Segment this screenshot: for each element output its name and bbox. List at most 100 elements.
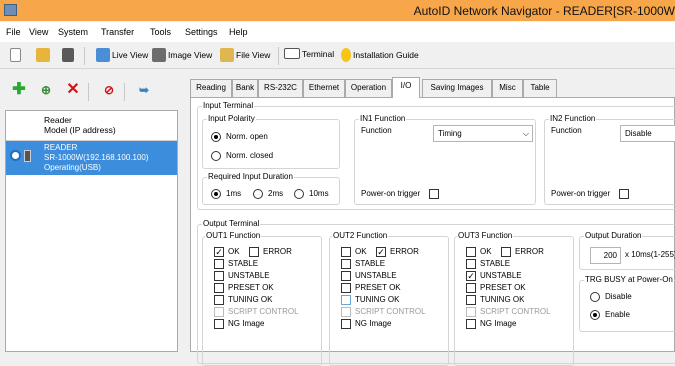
reader-list-item[interactable]: READER SR-1000W(192.168.100.100) Operati… [6, 141, 177, 175]
out1-script-checkbox[interactable] [214, 307, 224, 317]
out3-stable-label: STABLE [480, 259, 511, 268]
terminal-button[interactable]: Terminal [284, 48, 334, 64]
reader-tree: Reader Model (IP address) READER SR-1000… [5, 110, 178, 352]
duration-1ms-label: 1ms [226, 189, 242, 198]
trg-busy-label: TRG BUSY at Power-On [584, 275, 674, 284]
main-toolbar: Live View Image View File View Terminal … [0, 43, 675, 69]
tab-reading[interactable]: Reading [190, 79, 232, 97]
reader-name: READER [44, 143, 78, 152]
in2-function-label: IN2 Function [549, 114, 597, 123]
out1-ng-checkbox[interactable] [214, 319, 224, 329]
title-bar: AutoID Network Navigator - READER[SR-100… [0, 0, 675, 21]
new-file-button[interactable] [10, 48, 23, 64]
reader-toolbar: ✚ ⊕ ✕ ⊘ ➥ [0, 75, 180, 108]
delete-icon[interactable]: ✕ [64, 81, 82, 99]
window-title: AutoID Network Navigator - READER[SR-100… [413, 4, 675, 18]
io-settings-panel: Input Terminal Input Polarity Norm. open… [190, 97, 675, 366]
input-terminal-group: Input Terminal Input Polarity Norm. open… [197, 101, 675, 210]
in1-function-select[interactable]: Timing ⌵ [433, 125, 533, 142]
open-button[interactable] [36, 48, 52, 64]
output-duration-input[interactable]: 200 [590, 247, 621, 264]
out3-unstable-checkbox[interactable]: ✓ [466, 271, 476, 281]
tab-ethernet[interactable]: Ethernet [303, 79, 345, 97]
menu-view[interactable]: View [29, 27, 48, 37]
search-network-icon[interactable]: ⊕ [37, 81, 55, 99]
out2-unstable-checkbox[interactable] [341, 271, 351, 281]
input-duration-group: Required Input Duration 1ms 2ms 10ms [202, 172, 340, 205]
out3-script-label: SCRIPT CONTROL [480, 307, 551, 316]
tab-misc[interactable]: Misc [492, 79, 523, 97]
out1-unstable-checkbox[interactable] [214, 271, 224, 281]
duration-2ms-radio[interactable] [253, 189, 263, 199]
tab-operation[interactable]: Operation [345, 79, 392, 97]
installation-guide-button[interactable]: Installation Guide [341, 48, 419, 64]
connect-icon[interactable]: ➥ [135, 81, 153, 99]
duration-10ms-radio[interactable] [294, 189, 304, 199]
in2-power-on-checkbox[interactable] [619, 189, 629, 199]
out1-ok-label: OK [228, 247, 240, 256]
tab-rs232c[interactable]: RS-232C [258, 79, 303, 97]
out3-ok-checkbox[interactable] [466, 247, 476, 257]
out2-script-checkbox[interactable] [341, 307, 351, 317]
norm-closed-label: Norm. closed [226, 151, 274, 160]
out2-ng-checkbox[interactable] [341, 319, 351, 329]
toolbar-separator [88, 83, 89, 101]
input-polarity-group: Input Polarity Norm. open Norm. closed [202, 114, 340, 169]
live-view-button[interactable]: Live View [96, 48, 148, 64]
in1-power-on-checkbox[interactable] [429, 189, 439, 199]
trg-busy-group: TRG BUSY at Power-On Disable Enable [579, 275, 675, 332]
out1-stable-checkbox[interactable] [214, 259, 224, 269]
in2-function-select[interactable]: Disable [620, 125, 675, 142]
reader-status: Operating(USB) [44, 163, 101, 172]
out1-ok-checkbox[interactable]: ✓ [214, 247, 224, 257]
out3-preset-checkbox[interactable] [466, 283, 476, 293]
out2-ok-checkbox[interactable] [341, 247, 351, 257]
tab-table[interactable]: Table [523, 79, 557, 97]
menu-help[interactable]: Help [229, 27, 248, 37]
out3-script-checkbox[interactable] [466, 307, 476, 317]
duration-1ms-radio[interactable] [211, 189, 221, 199]
out2-function-group: OUT2 Function OK ✓ ERROR STABLE UNSTABLE… [329, 231, 449, 366]
out2-unstable-label: UNSTABLE [355, 271, 397, 280]
trg-busy-disable-radio[interactable] [590, 292, 600, 302]
image-view-button[interactable]: Image View [152, 48, 212, 64]
settings-tabs: Reading Bank RS-232C Ethernet Operation … [190, 77, 675, 98]
out2-tuning-checkbox[interactable] [341, 295, 351, 305]
out1-error-checkbox[interactable] [249, 247, 259, 257]
file-view-button[interactable]: File View [220, 48, 270, 64]
menu-file[interactable]: File [6, 27, 21, 37]
out2-error-checkbox[interactable]: ✓ [376, 247, 386, 257]
toolbar-separator [124, 83, 125, 101]
trg-busy-enable-radio[interactable] [590, 310, 600, 320]
out1-tuning-checkbox[interactable] [214, 295, 224, 305]
status-icon [10, 150, 21, 161]
out3-stable-checkbox[interactable] [466, 259, 476, 269]
add-icon[interactable]: ✚ [10, 81, 28, 99]
menu-tools[interactable]: Tools [150, 27, 171, 37]
toolbar-separator [84, 47, 85, 65]
out3-tuning-checkbox[interactable] [466, 295, 476, 305]
out3-error-checkbox[interactable] [501, 247, 511, 257]
menu-transfer[interactable]: Transfer [101, 27, 134, 37]
save-button[interactable] [62, 48, 76, 64]
out2-script-label: SCRIPT CONTROL [355, 307, 426, 316]
norm-closed-radio[interactable] [211, 151, 221, 161]
out2-preset-checkbox[interactable] [341, 283, 351, 293]
out3-ng-checkbox[interactable] [466, 319, 476, 329]
disconnect-icon[interactable]: ⊘ [100, 81, 118, 99]
tab-saving-images[interactable]: Saving Images [422, 79, 492, 97]
out2-tuning-label: TUNING OK [355, 295, 400, 304]
tab-io[interactable]: I/O [392, 77, 420, 98]
in1-power-on-label: Power-on trigger [361, 189, 421, 198]
tab-bank[interactable]: Bank [232, 79, 258, 97]
menu-settings[interactable]: Settings [185, 27, 218, 37]
tree-header: Reader Model (IP address) [6, 111, 177, 141]
menu-system[interactable]: System [58, 27, 88, 37]
out2-error-label: ERROR [390, 247, 419, 256]
trg-busy-disable-label: Disable [605, 292, 632, 301]
out1-preset-checkbox[interactable] [214, 283, 224, 293]
out3-tuning-label: TUNING OK [480, 295, 525, 304]
out2-stable-checkbox[interactable] [341, 259, 351, 269]
norm-open-radio[interactable] [211, 132, 221, 142]
lightbulb-icon [341, 48, 351, 62]
